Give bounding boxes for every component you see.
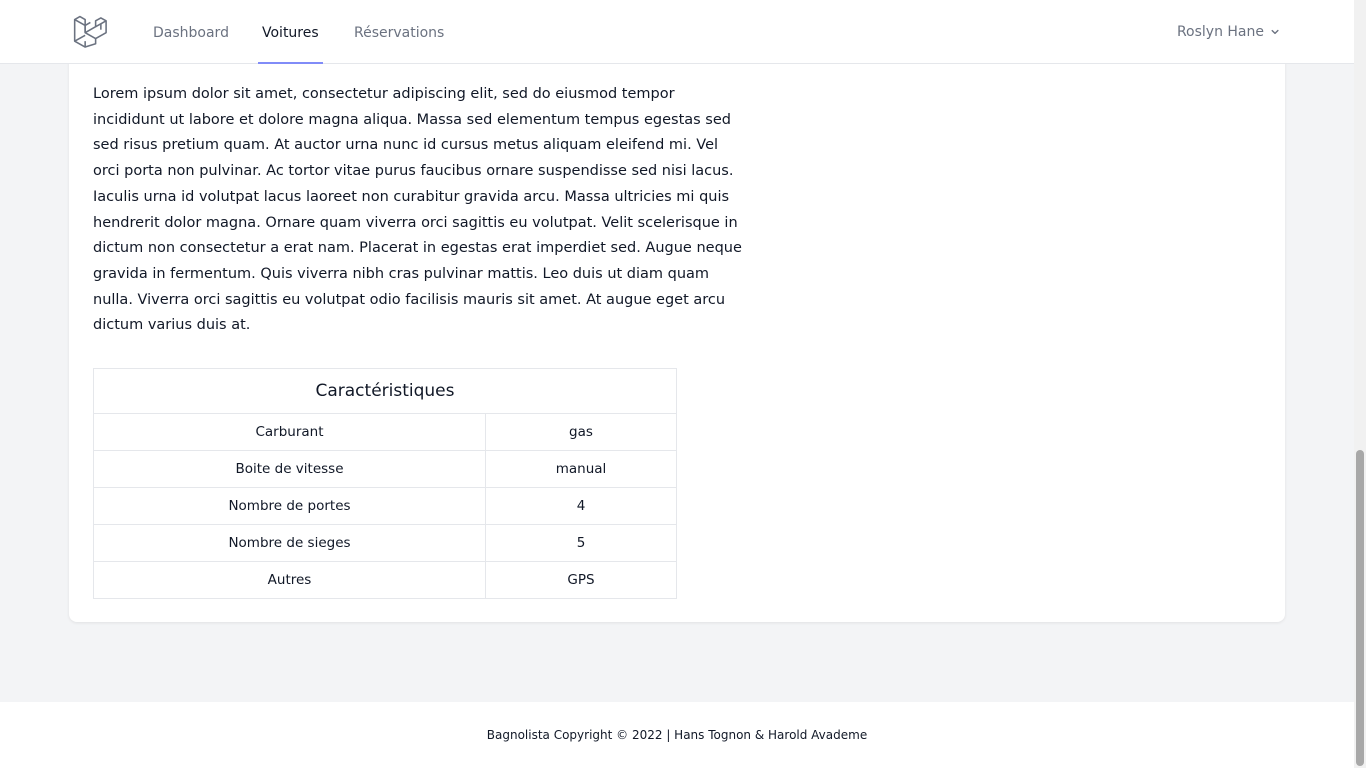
specs-table: Caractéristiques Carburant gas Boite de …: [93, 368, 677, 599]
page: Dashboard Voitures Réservations Roslyn H…: [0, 0, 1354, 768]
specs-title: Caractéristiques: [93, 368, 677, 414]
chevron-down-icon: [1271, 29, 1279, 35]
laravel-cube-icon[interactable]: [72, 13, 109, 50]
table-row: Nombre de sieges 5: [93, 524, 677, 562]
table-row: Carburant gas: [93, 413, 677, 451]
spec-value: manual: [485, 450, 677, 488]
copyright-text: Bagnolista Copyright © 2022 | Hans Togno…: [486, 728, 868, 742]
table-row: Boite de vitesse manual: [93, 450, 677, 488]
spec-value: GPS: [485, 561, 677, 599]
top-navbar: Dashboard Voitures Réservations Roslyn H…: [0, 0, 1354, 64]
spec-label: Autres: [93, 561, 486, 599]
page-footer: Bagnolista Copyright © 2022 | Hans Togno…: [0, 702, 1354, 768]
user-name: Roslyn Hane: [1176, 24, 1264, 40]
scrollbar-thumb[interactable]: [1356, 450, 1364, 766]
vertical-scrollbar[interactable]: [1354, 0, 1366, 768]
car-detail-card: Lorem ipsum dolor sit amet, consectetur …: [69, 40, 1285, 622]
spec-label: Carburant: [93, 413, 486, 451]
nav-link-reservations[interactable]: Réservations: [354, 0, 444, 64]
spec-value: 4: [485, 487, 677, 525]
spec-value: 5: [485, 524, 677, 562]
user-menu-dropdown[interactable]: Roslyn Hane: [1177, 0, 1282, 64]
browser-viewport: Dashboard Voitures Réservations Roslyn H…: [0, 0, 1366, 768]
nav-link-voitures[interactable]: Voitures: [258, 0, 323, 64]
spec-label: Nombre de portes: [93, 487, 486, 525]
table-row: Autres GPS: [93, 561, 677, 599]
spec-label: Boite de vitesse: [93, 450, 486, 488]
car-description: Lorem ipsum dolor sit amet, consectetur …: [93, 86, 742, 334]
table-row: Nombre de portes 4: [93, 487, 677, 525]
spec-label: Nombre de sieges: [93, 524, 486, 562]
spec-value: gas: [485, 413, 677, 451]
nav-link-dashboard[interactable]: Dashboard: [153, 0, 229, 64]
